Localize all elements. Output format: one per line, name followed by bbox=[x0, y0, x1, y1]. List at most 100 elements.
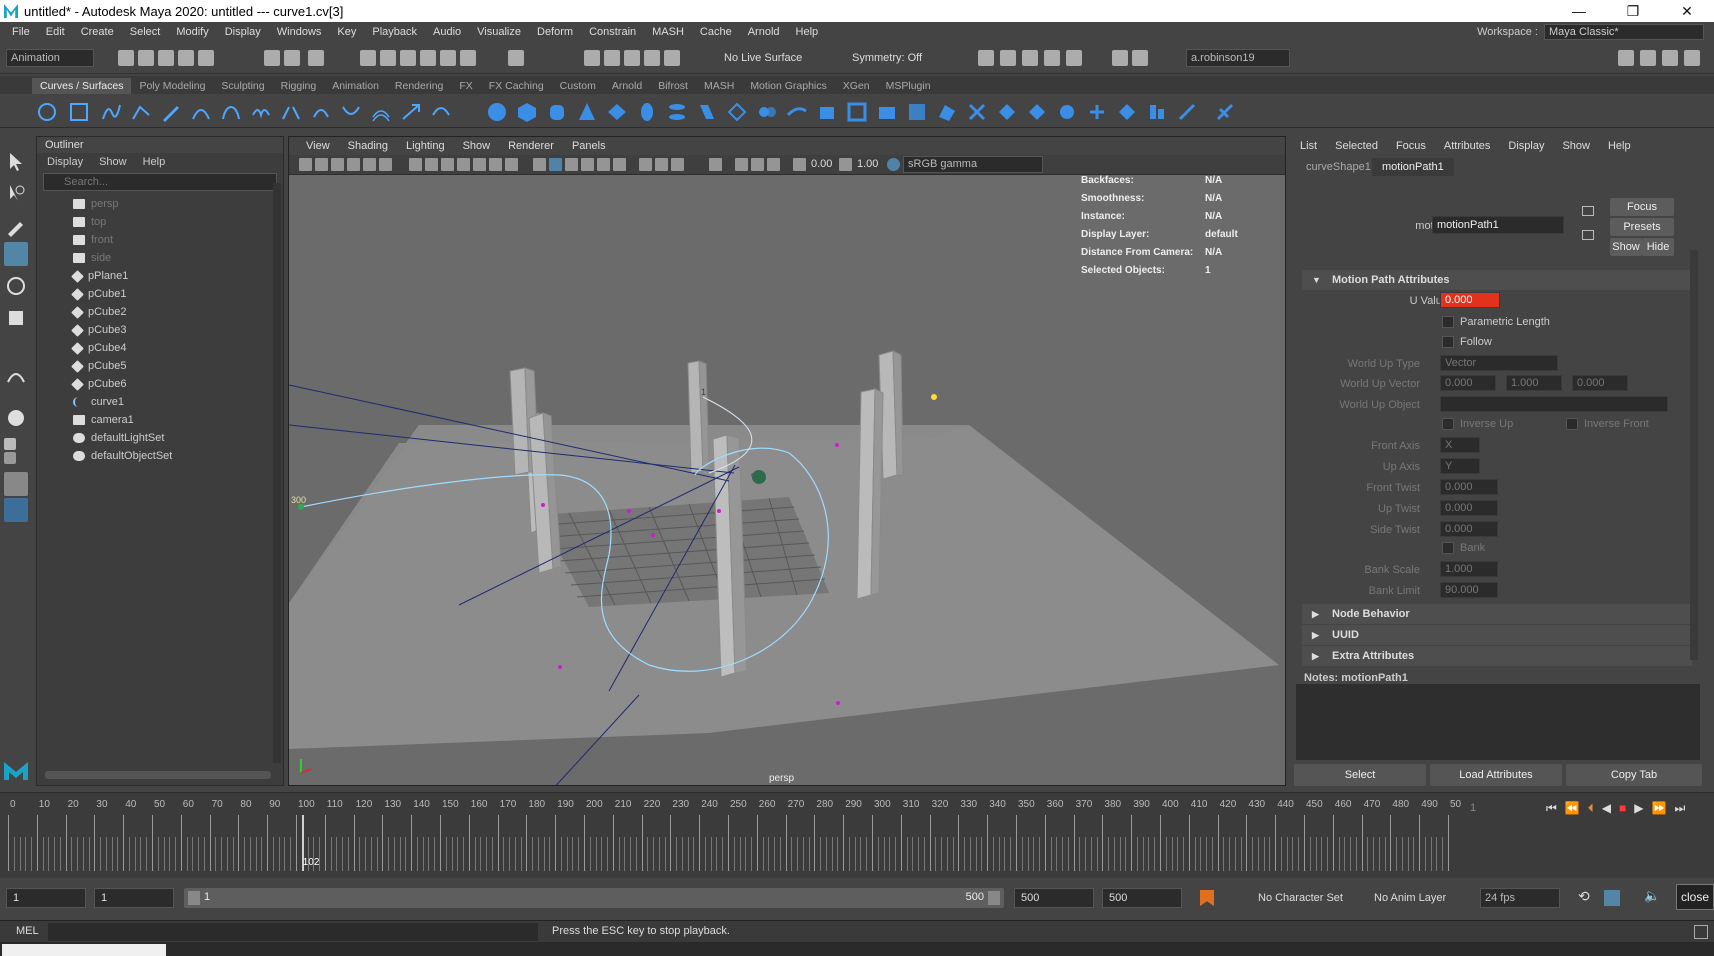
step-forward-frame-icon[interactable]: ⏩ bbox=[1652, 801, 1667, 816]
curve-snap-tool-icon[interactable] bbox=[4, 364, 28, 388]
time-slider[interactable]: 0 10 20 30 40 50 60 70 80 90 100 110 120 130 140 150 160… bbox=[0, 792, 1714, 878]
intersect-icon[interactable] bbox=[966, 101, 988, 123]
shelf-tab-poly-modeling[interactable]: Poly Modeling bbox=[131, 78, 213, 94]
snap-curve-icon[interactable] bbox=[380, 50, 396, 66]
shelf-tab-curves-surfaces[interactable]: Curves / Surfaces bbox=[32, 78, 132, 94]
extend-curve-icon[interactable] bbox=[340, 101, 362, 123]
ae-menu-help[interactable]: Help bbox=[1608, 140, 1631, 152]
hide-button[interactable]: Hide bbox=[1642, 238, 1674, 256]
menu-modify[interactable]: Modify bbox=[168, 26, 216, 38]
section-uuid[interactable]: ▶ UUID bbox=[1302, 625, 1692, 645]
exposure-value[interactable]: 0.00 bbox=[811, 158, 832, 170]
copy-tab-button[interactable]: Copy Tab bbox=[1566, 764, 1702, 786]
character-set-dropdown[interactable]: No Character Set bbox=[1258, 892, 1343, 904]
up-twist-field[interactable]: 0.000 bbox=[1440, 500, 1498, 516]
outliner-menu-display[interactable]: Display bbox=[47, 156, 83, 168]
menu-deform[interactable]: Deform bbox=[529, 26, 581, 38]
notes-textarea[interactable] bbox=[1296, 684, 1700, 760]
untrim-icon[interactable] bbox=[1026, 101, 1048, 123]
wireframe-icon[interactable] bbox=[533, 158, 546, 171]
snap-surface-icon[interactable] bbox=[440, 50, 456, 66]
focus-button[interactable]: Focus bbox=[1610, 198, 1674, 216]
xray-icon[interactable] bbox=[735, 158, 748, 171]
maximize-button[interactable]: ❐ bbox=[1606, 0, 1660, 22]
ep-curve-tool-icon[interactable] bbox=[130, 101, 152, 123]
side-twist-field[interactable]: 0.000 bbox=[1440, 521, 1498, 537]
fps-dropdown[interactable]: 24 fps bbox=[1480, 888, 1560, 908]
step-forward-key-icon[interactable]: ▶ bbox=[1634, 801, 1643, 816]
nurbs-square-icon[interactable] bbox=[68, 101, 90, 123]
ae-menu-selected[interactable]: Selected bbox=[1335, 140, 1378, 152]
inverse-up-checkbox[interactable] bbox=[1442, 418, 1454, 430]
antialias-icon[interactable] bbox=[671, 158, 684, 171]
shelf-tab-msplugin[interactable]: MSPlugin bbox=[878, 78, 939, 94]
ae-menu-attributes[interactable]: Attributes bbox=[1444, 140, 1490, 152]
outliner-item[interactable]: pCube2 bbox=[71, 303, 127, 321]
world-up-vector-z[interactable]: 0.000 bbox=[1572, 375, 1628, 391]
revolve-icon[interactable] bbox=[666, 101, 688, 123]
focus-node-icon[interactable] bbox=[1582, 206, 1594, 216]
nurbs-plane-icon[interactable] bbox=[606, 101, 628, 123]
outliner-search-input[interactable]: Search... bbox=[43, 173, 277, 191]
nurbs-cone-icon[interactable] bbox=[576, 101, 598, 123]
new-scene-icon[interactable] bbox=[118, 50, 134, 66]
lock-icon[interactable] bbox=[508, 50, 524, 66]
bank-checkbox[interactable] bbox=[1442, 542, 1454, 554]
view-transform-dropdown[interactable]: sRGB gamma bbox=[903, 156, 1043, 173]
go-to-start-icon[interactable]: ⏮ bbox=[1546, 801, 1557, 816]
camera-attributes-icon[interactable] bbox=[315, 158, 328, 171]
lasso-tool-icon[interactable] bbox=[4, 182, 28, 206]
time-ruler[interactable]: 0 10 20 30 40 50 60 70 80 90 100 110 120 130 140 150 160… bbox=[8, 797, 1461, 875]
inverse-front-checkbox[interactable] bbox=[1566, 418, 1578, 430]
birail-icon[interactable] bbox=[786, 101, 808, 123]
section-motion-path-attributes[interactable]: ▼ Motion Path Attributes bbox=[1302, 270, 1692, 290]
render-sequence-icon[interactable] bbox=[1044, 50, 1060, 66]
cache-playback-icon[interactable] bbox=[1604, 890, 1620, 906]
stop-playback-icon[interactable]: ■ bbox=[1619, 801, 1626, 816]
surface-fillet-icon[interactable] bbox=[1176, 101, 1198, 123]
offset-curve-icon[interactable] bbox=[370, 101, 392, 123]
nurbs-sphere-icon[interactable] bbox=[486, 101, 508, 123]
up-axis-dropdown[interactable]: Y bbox=[1440, 458, 1480, 474]
motion-blur-icon[interactable] bbox=[655, 158, 668, 171]
extrude-icon[interactable] bbox=[756, 101, 778, 123]
bevel-plus-icon[interactable] bbox=[906, 101, 928, 123]
reverse-curve-icon[interactable] bbox=[400, 101, 422, 123]
menu-help[interactable]: Help bbox=[788, 26, 827, 38]
parametric-length-checkbox[interactable] bbox=[1442, 316, 1454, 328]
shelf-tab-rigging[interactable]: Rigging bbox=[273, 78, 325, 94]
outliner-item[interactable]: pCube6 bbox=[71, 375, 127, 393]
history-icon[interactable] bbox=[460, 50, 476, 66]
select-object-icon[interactable] bbox=[284, 50, 300, 66]
show-button[interactable]: Show bbox=[1610, 238, 1642, 256]
open-scene-icon[interactable] bbox=[138, 50, 154, 66]
nurbs-circle-icon[interactable] bbox=[36, 101, 58, 123]
bank-scale-field[interactable]: 1.000 bbox=[1440, 561, 1498, 577]
render-current-icon[interactable] bbox=[584, 50, 600, 66]
outliner-item[interactable]: pCube1 bbox=[71, 285, 127, 303]
outliner-hscrollbar[interactable] bbox=[45, 771, 271, 779]
modeling-toolkit-icon[interactable] bbox=[978, 50, 994, 66]
step-back-frame-icon[interactable]: ⏪ bbox=[1565, 801, 1580, 816]
menu-cache[interactable]: Cache bbox=[692, 26, 740, 38]
vp-menu-view[interactable]: View bbox=[297, 140, 339, 152]
anim-layer-dropdown[interactable]: No Anim Layer bbox=[1374, 892, 1446, 904]
select-camera-icon[interactable] bbox=[299, 158, 312, 171]
image-plane-icon[interactable] bbox=[347, 158, 360, 171]
detach-curves-icon[interactable] bbox=[280, 101, 302, 123]
node-name-field[interactable]: motionPath1 bbox=[1432, 216, 1564, 234]
front-twist-field[interactable]: 0.000 bbox=[1440, 479, 1498, 495]
script-editor-icon[interactable] bbox=[1694, 925, 1708, 939]
attach-surfaces-icon[interactable] bbox=[1116, 101, 1138, 123]
minimized-window[interactable] bbox=[2, 944, 166, 956]
select-component-icon[interactable] bbox=[308, 50, 324, 66]
outliner-layout-icon[interactable] bbox=[4, 498, 28, 522]
outliner-scrollbar[interactable] bbox=[273, 183, 281, 763]
align-surfaces-icon[interactable] bbox=[1146, 101, 1168, 123]
gamma-icon[interactable] bbox=[839, 158, 852, 171]
attribute-editor-toggle-icon[interactable] bbox=[1662, 50, 1678, 66]
menu-visualize[interactable]: Visualize bbox=[469, 26, 529, 38]
ae-tab-curveshape1[interactable]: curveShape1 bbox=[1296, 158, 1381, 176]
color-management-icon[interactable] bbox=[887, 158, 900, 171]
attach-curves-icon[interactable] bbox=[250, 101, 272, 123]
